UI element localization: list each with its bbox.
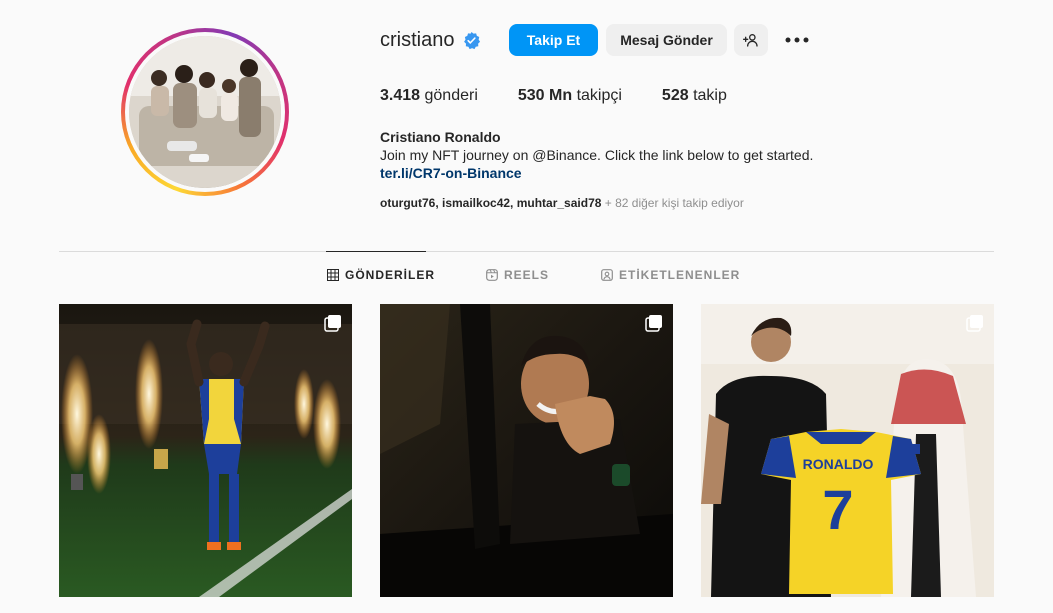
followers-label: takipçi: [572, 87, 622, 104]
post-1[interactable]: [59, 304, 352, 597]
jersey-name-text: RONALDO: [803, 456, 874, 472]
tab-posts-label: GÖNDERİLER: [345, 268, 436, 282]
avatar-photo: [129, 36, 281, 188]
family-photo-image: [129, 36, 281, 188]
carousel-icon: [966, 315, 983, 332]
carousel-icon: [645, 315, 662, 332]
profile-avatar[interactable]: [121, 28, 289, 196]
active-tab-indicator: [326, 251, 426, 252]
tab-reels[interactable]: REELS: [486, 268, 549, 282]
username-row: cristiano: [380, 24, 481, 56]
followed-by-more: + 82 diğer kişi takip ediyor: [601, 196, 744, 210]
followed-by-names: oturgut76, ismailkoc42, muhtar_said78: [380, 196, 602, 210]
post-2[interactable]: [380, 304, 673, 597]
tab-reels-label: REELS: [504, 268, 550, 282]
follow-button[interactable]: Takip Et: [509, 24, 598, 56]
followers-stat[interactable]: 530 Mn takipçi: [518, 87, 622, 105]
profile-tabs: GÖNDERİLER REELS ETİKETLENENLER: [0, 268, 1053, 288]
add-user-icon: [743, 34, 758, 47]
more-icon: [785, 37, 809, 43]
post-3[interactable]: RONALDO 7: [701, 304, 994, 597]
post-1-image: [59, 304, 352, 597]
tab-tagged[interactable]: ETİKETLENENLER: [601, 268, 740, 282]
posts-count: 3.418: [380, 87, 421, 104]
followers-count: 530 Mn: [517, 87, 573, 104]
carousel-icon: [324, 315, 341, 332]
send-message-button[interactable]: Mesaj Gönder: [606, 24, 727, 56]
suggested-users-button[interactable]: [734, 24, 768, 56]
posts-stat: 3.418 gönderi: [380, 87, 478, 105]
grid-icon: [327, 269, 339, 281]
verified-badge-icon: [462, 31, 481, 50]
full-name: Cristiano Ronaldo: [380, 129, 501, 145]
followed-by[interactable]: oturgut76, ismailkoc42, muhtar_said78 + …: [380, 196, 744, 210]
tabs-divider: [59, 251, 994, 252]
post-3-image: RONALDO 7: [701, 304, 994, 597]
reels-icon: [486, 269, 498, 281]
jersey-number-text: 7: [822, 478, 853, 541]
profile-header: cristiano Takip Et Mesaj Gönder 3.418 gö…: [0, 0, 1053, 250]
bio-text: Join my NFT journey on @Binance. Click t…: [380, 147, 814, 163]
tab-tagged-label: ETİKETLENENLER: [619, 268, 741, 282]
bio-link[interactable]: ter.li/CR7-on-Binance: [380, 165, 522, 181]
following-label: takip: [688, 87, 727, 104]
more-options-button[interactable]: [781, 26, 813, 54]
posts-label: gönderi: [420, 87, 478, 104]
tab-posts[interactable]: GÖNDERİLER: [327, 268, 435, 282]
tag-icon: [601, 269, 613, 281]
following-count: 528: [661, 87, 689, 104]
post-2-image: [380, 304, 673, 597]
username: cristiano: [380, 28, 455, 51]
profile-stats: 3.418 gönderi 530 Mn takipçi 528 takip: [380, 87, 767, 105]
following-stat[interactable]: 528 takip: [662, 87, 727, 105]
